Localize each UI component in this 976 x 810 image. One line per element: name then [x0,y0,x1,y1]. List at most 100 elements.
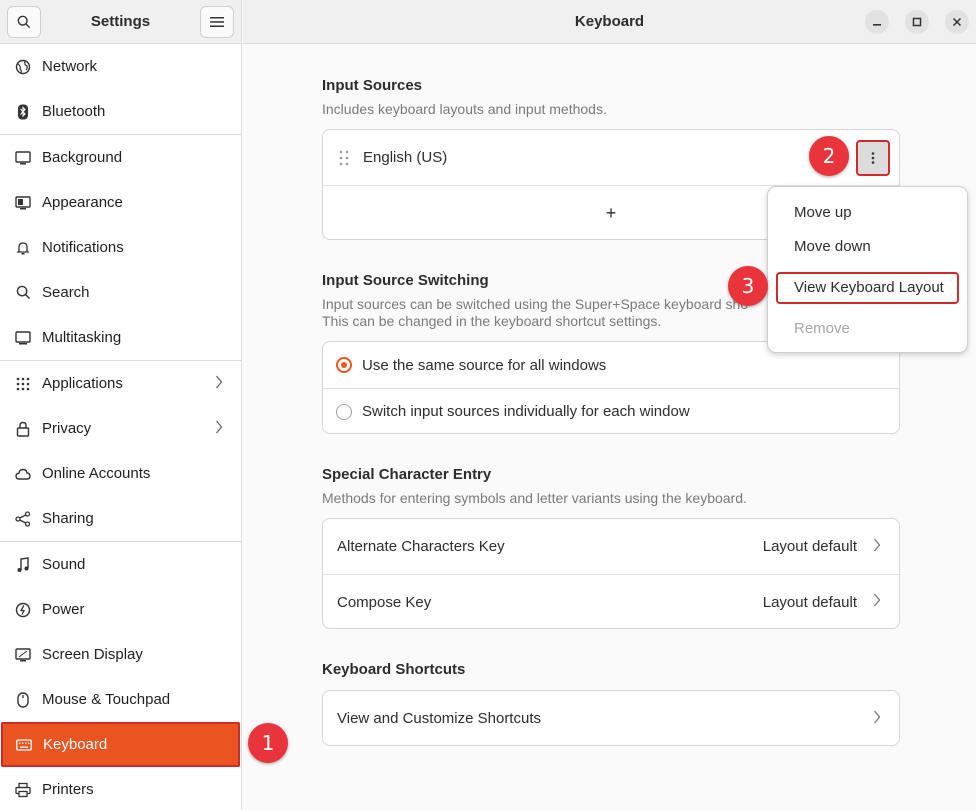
sidebar-item-label: Search [42,284,90,301]
row-label: Alternate Characters Key [337,538,505,555]
sidebar-item-label: Applications [42,375,123,392]
sidebar-item-label: Network [42,58,98,75]
menu-item-move-up[interactable]: Move up [794,204,852,221]
sidebar-item-label: Multitasking [42,329,122,346]
sidebar-item-label: Privacy [42,420,92,437]
sidebar-item-label: Appearance [42,194,123,211]
appearance-icon [14,194,32,212]
drag-handle-icon[interactable] [339,150,349,166]
sidebar-item-label: Keyboard [43,736,108,753]
monitor-icon [14,149,32,167]
section-subtitle-input-sources: Includes keyboard layouts and input meth… [322,101,607,117]
sidebar-item-notifications[interactable]: Notifications [0,225,241,270]
step-badge-2: 2 [809,136,849,176]
chevron-right-icon [873,593,881,611]
sidebar-header: Settings [0,0,241,44]
header-bar: Keyboard [243,0,976,44]
sidebar-title: Settings [90,13,151,30]
radio-label: Use the same source for all windows [362,356,607,374]
chevron-right-icon [215,420,223,438]
view-shortcuts-row[interactable]: View and Customize Shortcuts [323,691,899,745]
music-note-icon [14,556,32,574]
sidebar-item-applications[interactable]: Applications [0,361,241,406]
row-label: Compose Key [337,593,432,611]
sidebar-item-label: Power [42,601,85,618]
sidebar-item-power[interactable]: Power [0,587,241,632]
cloud-icon [14,465,32,483]
section-title-switching: Input Source Switching [322,272,489,289]
sidebar-item-sound[interactable]: Sound [0,542,241,587]
search-icon [17,15,31,28]
sidebar-item-keyboard[interactable]: Keyboard [1,722,240,767]
sidebar-item-network[interactable]: Network [0,44,241,89]
sidebar-item-label: Sharing [42,510,94,527]
lock-icon [14,420,32,438]
close-button[interactable] [945,10,969,34]
sidebar-item-appearance[interactable]: Appearance [0,180,241,225]
minimize-button[interactable] [865,10,889,34]
input-source-menu-button[interactable] [856,140,890,176]
sidebar-item-label: Mouse & Touchpad [42,691,171,708]
add-icon: + [605,202,617,223]
radio-button-selected[interactable] [336,357,352,373]
sidebar-item-label: Bluetooth [42,103,106,120]
bell-icon [14,239,32,257]
alternate-characters-row[interactable]: Alternate Characters Key Layout default [323,519,899,574]
sidebar-item-background[interactable]: Background [0,135,241,180]
sidebar-item-label: Background [42,149,123,166]
sidebar-item-printers[interactable]: Printers [0,767,241,810]
printer-icon [14,781,32,799]
menu-item-remove[interactable]: Remove [794,320,850,337]
switching-card: Use the same source for all windows Swit… [322,341,900,434]
share-icon [14,510,32,528]
sidebar-item-label: Printers [42,781,94,798]
maximize-icon [912,17,922,27]
sidebar: Settings Network Bluetooth Background Ap… [0,0,242,810]
search-button[interactable] [7,5,41,38]
sidebar-item-mouse-touchpad[interactable]: Mouse & Touchpad [0,677,241,722]
menu-item-view-keyboard-layout[interactable]: View Keyboard Layout [794,279,944,296]
sidebar-item-label: Screen Display [42,646,143,663]
row-label: View and Customize Shortcuts [337,710,541,727]
display-icon [14,646,32,664]
sidebar-item-privacy[interactable]: Privacy [0,406,241,451]
search-icon [14,284,32,302]
maximize-button[interactable] [905,10,929,34]
bluetooth-icon [14,103,32,121]
globe-icon [14,58,32,76]
chevron-right-icon [215,375,223,393]
hamburger-icon [210,16,224,27]
row-value: Layout default [762,593,857,611]
section-title-special: Special Character Entry [322,466,492,483]
section-title-shortcuts: Keyboard Shortcuts [322,661,466,678]
sidebar-item-sharing[interactable]: Sharing [0,496,241,541]
radio-button[interactable] [336,403,352,420]
radio-individual-source[interactable]: Switch input sources individually for ea… [323,388,899,433]
sidebar-item-search[interactable]: Search [0,270,241,315]
chevron-right-icon [873,538,881,556]
sidebar-item-multitasking[interactable]: Multitasking [0,315,241,360]
grid-icon [14,375,32,393]
step-badge-3: 3 [728,266,768,306]
section-subtitle-switching-1: Input sources can be switched using the … [322,296,749,312]
row-value: Layout default [762,538,857,555]
sidebar-item-online-accounts[interactable]: Online Accounts [0,451,241,496]
sidebar-item-bluetooth[interactable]: Bluetooth [0,89,241,134]
sidebar-item-screen-display[interactable]: Screen Display [0,632,241,677]
section-subtitle-special: Methods for entering symbols and letter … [322,490,747,506]
compose-key-row[interactable]: Compose Key Layout default [323,574,899,628]
sidebar-item-label: Sound [42,556,86,573]
sidebar-item-label: Online Accounts [42,465,151,482]
power-icon [14,601,32,619]
mouse-icon [14,691,32,709]
keyboard-icon [15,736,33,754]
radio-label: Switch input sources individually for ea… [362,403,690,420]
menu-button[interactable] [200,5,234,38]
step-badge-1: 1 [248,723,288,763]
multitasking-icon [14,329,32,347]
menu-item-move-down[interactable]: Move down [794,238,871,255]
sidebar-item-label: Notifications [42,239,124,256]
section-title-input-sources: Input Sources [322,77,423,94]
special-card: Alternate Characters Key Layout default … [322,518,900,629]
minimize-icon [873,24,881,26]
